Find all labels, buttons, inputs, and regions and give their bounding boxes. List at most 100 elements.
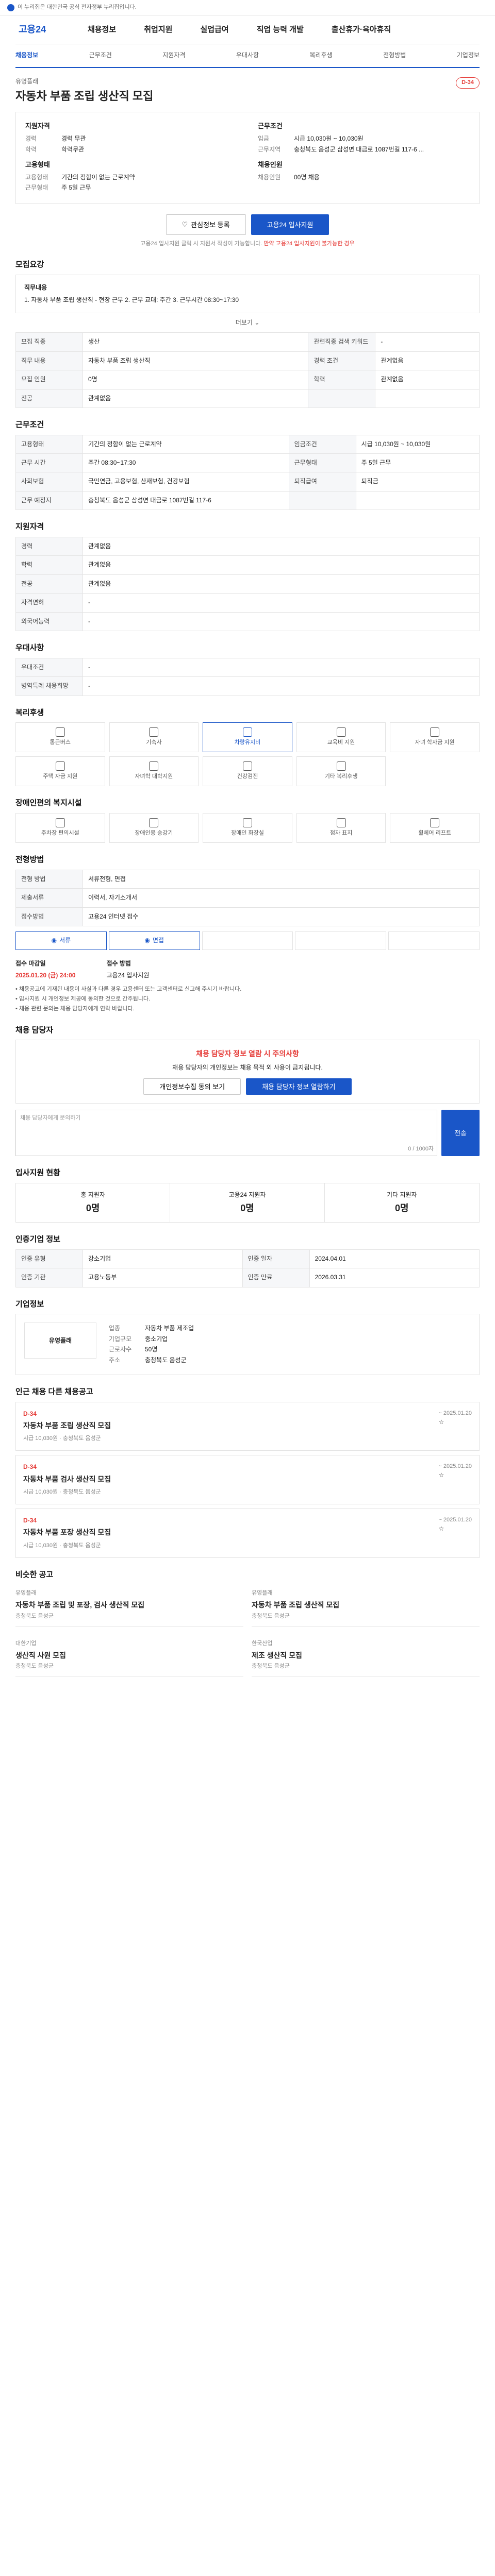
summary-value: 시급 10,030원 ~ 10,030원: [294, 135, 364, 143]
accessibility-label: 점자 표지: [329, 830, 353, 837]
accessibility-icon: [242, 818, 252, 828]
table-row: 학력 관계없음: [15, 555, 480, 575]
table-header-cell: 제출서류: [15, 888, 83, 908]
benefit-icon: [149, 761, 159, 771]
anchor-tab[interactable]: 지원자격: [162, 51, 185, 60]
job-card[interactable]: D-34 자동차 부품 조립 생산직 모집 시급 10,030원 · 충청북도 음성…: [15, 1401, 480, 1451]
recommend-item[interactable]: 대한기업 생산직 사원 모집 충청북도 음성군: [15, 1635, 243, 1676]
summary-value: 주 5일 근무: [61, 184, 91, 192]
action-buttons: ♡ 관심정보 등록 고용24 입사지원: [15, 214, 480, 235]
more-button[interactable]: 더보기 ⌄: [15, 318, 480, 327]
section-title: 모집요강: [15, 260, 44, 269]
summary-key: 채용인원: [258, 173, 281, 181]
notice-bullets: • 채용공고에 기재된 내용이 사실과 다른 경우 고용센터 또는 고객센터로 …: [15, 986, 480, 1013]
anchor-tab[interactable]: 채용정보: [15, 51, 38, 60]
recommend-grid: 유영플래 자동차 부품 조립 및 포장, 검사 생산직 모집 충청북도 음성군 유영플…: [15, 1584, 480, 1676]
nav-menu-item[interactable]: 실업급여: [200, 24, 228, 36]
nav-menu-item[interactable]: 직업 능력 개발: [257, 24, 304, 36]
table-header-cell: 병역특례 채용희망: [15, 676, 83, 696]
recommend-item[interactable]: 유영플래 자동차 부품 조립 생산직 모집 충청북도 음성군: [252, 1584, 480, 1626]
summary-key: 근무형태: [25, 184, 48, 192]
anchor-tab[interactable]: 근무조건: [89, 51, 112, 60]
table-header-cell: 관련직종 검색 키워드: [308, 332, 376, 352]
table-cell: -: [375, 332, 480, 352]
heart-icon: ♡: [182, 220, 188, 228]
recommend-item[interactable]: 한국산업 제조 생산직 모집 충청북도 음성군: [252, 1635, 480, 1676]
anchor-tab[interactable]: 전형방법: [383, 51, 406, 60]
company-name[interactable]: 유영플래: [15, 77, 153, 86]
anchor-tab[interactable]: 우대사항: [236, 51, 259, 60]
summary-key: 경력: [25, 135, 37, 143]
section-title: 근무조건: [15, 420, 44, 429]
inquiry-textarea[interactable]: 채용 담당자에게 문의하기 0 / 1000자: [15, 1109, 438, 1156]
chevron-down-icon: ⌄: [254, 319, 260, 326]
job-card[interactable]: D-34 자동차 부품 검사 생산직 모집 시급 10,030원 · 충청북도 음성…: [15, 1455, 480, 1505]
recommend-company: 유영플래: [252, 1590, 273, 1597]
table-cell: 관계없음: [375, 370, 480, 389]
process-step: [202, 931, 293, 950]
table-header-cell: 경력: [15, 537, 83, 556]
favorite-button[interactable]: ♡ 관심정보 등록: [166, 214, 246, 235]
summary-heading: 고용형태: [25, 160, 50, 168]
job-card[interactable]: D-34 자동차 부품 포장 생산직 모집 시급 10,030원 · 충청북도 음성…: [15, 1509, 480, 1558]
process-step: ◉ 면접: [108, 931, 200, 950]
table-cell: 2026.03.31: [309, 1268, 480, 1287]
nav-menu-item[interactable]: 출산휴가·육아휴직: [332, 24, 391, 36]
table-cell: 자동차 부품 조립 생산직: [82, 351, 309, 371]
view-contact-button[interactable]: 채용 담당자 정보 열람하기: [246, 1078, 352, 1095]
star-icon[interactable]: ☆: [438, 1418, 444, 1426]
benefit-icon: [242, 761, 252, 771]
anchor-tab[interactable]: 기업정보: [457, 51, 480, 60]
stat-value: 0명: [86, 1203, 100, 1214]
star-icon[interactable]: ☆: [438, 1525, 444, 1532]
recommend-title: 자동차 부품 조립 및 포장, 검사 생산직 모집: [15, 1601, 145, 1609]
section-title: 채용 담당자: [15, 1025, 54, 1035]
welfare-label: 통근버스: [50, 739, 71, 746]
accessibility-grid: 주차장 편의시설 장애인용 승강기 장애인 화장실 점자 표지 휠체어 리프트: [15, 813, 480, 843]
stat-label: 총 지원자: [80, 1191, 105, 1198]
table-header-cell: 모집 인원: [15, 370, 83, 389]
bullet-item: • 채용공고에 기재된 내용이 사실과 다른 경우 고용센터 또는 고객센터로 …: [15, 986, 242, 992]
table-cell: 0명: [82, 370, 309, 389]
table-header-cell: 퇴직급여: [288, 472, 356, 492]
table-cell: 생산: [82, 332, 309, 352]
table-row: 직무 내용 자동차 부품 조립 생산직 경력 조건 관계없음: [15, 351, 480, 371]
nav-menu-item[interactable]: 취업지원: [144, 24, 172, 36]
table-cell: 기간의 정함이 없는 근로계약: [82, 434, 289, 454]
step-label: 면접: [152, 937, 164, 944]
privacy-consent-button[interactable]: 개인정보수집 동의 보기: [143, 1078, 241, 1095]
stat-value: 0명: [240, 1203, 254, 1214]
table-cell: 서류전형, 면접: [82, 869, 480, 889]
section-title: 복리후생: [15, 708, 44, 717]
send-button[interactable]: 전송: [441, 1109, 480, 1156]
nav-menu-item[interactable]: 채용정보: [88, 24, 116, 36]
table-cell: [375, 388, 480, 408]
apply-button[interactable]: 고용24 입사지원: [251, 214, 329, 235]
table-header-cell: 사회보험: [15, 472, 83, 492]
anchor-tab[interactable]: 복리후생: [310, 51, 333, 60]
apply-period-label: 접수 마감일: [15, 959, 46, 967]
korea-flag-icon: [7, 4, 14, 11]
summary-row: 임금 시급 10,030원 ~ 10,030원: [258, 134, 470, 143]
dday-badge: D-34: [456, 77, 480, 89]
recommend-item[interactable]: 유영플래 자동차 부품 조립 및 포장, 검사 생산직 모집 충청북도 음성군: [15, 1584, 243, 1626]
apply-method: 고용24 입사지원: [106, 972, 150, 979]
summary-value: 00명 채용: [294, 173, 320, 181]
job-main: D-34 자동차 부품 조립 생산직 모집 시급 10,030원 · 충청북도 음성…: [23, 1410, 111, 1444]
welfare-card: 건강검진: [203, 756, 292, 787]
table-header-cell: 학력: [308, 370, 376, 389]
site-logo[interactable]: 고용24: [15, 23, 88, 36]
table-header-cell: 근무 예정지: [15, 490, 83, 511]
topbar: 이 누리집은 대한민국 공식 전자정부 누리집입니다.: [0, 0, 495, 15]
certification-table: 인증 유형 강소기업 인증 일자 2024.04.01 인증 기관 고용노동부 인증 만료 2…: [15, 1249, 480, 1287]
star-icon[interactable]: ☆: [438, 1471, 444, 1479]
apply-info: 접수 마감일 2025.01.20 (금) 24:00 접수 방법 고용24 입사지…: [15, 959, 480, 980]
table-cell: -: [82, 676, 480, 696]
table-cell: 2024.04.01: [309, 1249, 480, 1269]
table-cell: -: [82, 612, 480, 631]
warning-text: 채용 담당자의 개인정보는 채용 목적 외 사용이 금지됩니다.: [172, 1063, 323, 1071]
job-card-wage: 시급 10,030원 · 충청북도 음성군: [23, 1542, 101, 1549]
stat-label: 고용24 지원자: [228, 1191, 266, 1198]
section-title: 기업정보: [15, 1299, 44, 1309]
table-row: 제출서류 이력서, 자기소개서: [15, 888, 480, 908]
